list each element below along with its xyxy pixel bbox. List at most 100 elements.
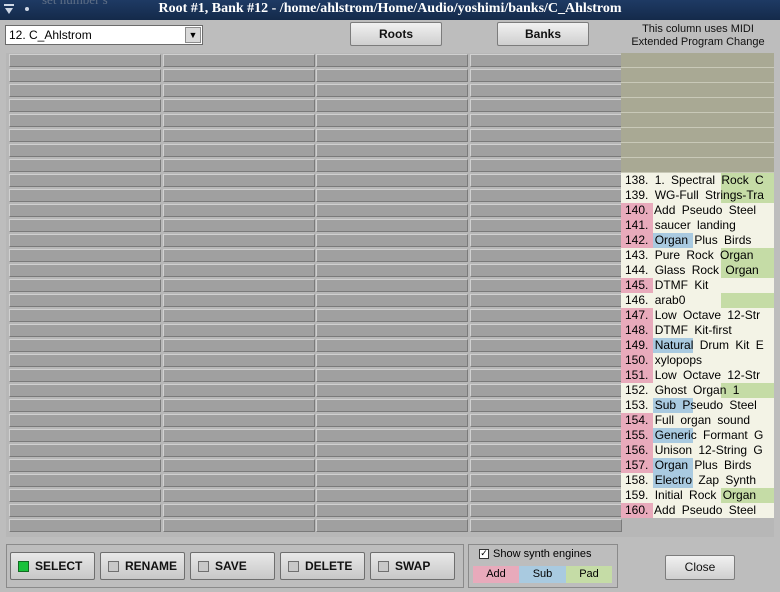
instrument-slot[interactable] [470, 99, 622, 112]
instrument-slot[interactable] [163, 399, 315, 412]
instrument-slot[interactable] [470, 219, 622, 232]
bank-slot[interactable]: 139. WG-Full Strings-Tra [621, 188, 774, 203]
instrument-slot[interactable] [316, 474, 468, 487]
instrument-slot[interactable] [470, 264, 622, 277]
show-engines-checkbox[interactable]: ✓ [479, 549, 489, 559]
instrument-slot[interactable] [470, 249, 622, 262]
instrument-slot[interactable] [9, 279, 161, 292]
select-button[interactable]: SELECT [10, 552, 95, 580]
instrument-slot[interactable] [163, 69, 315, 82]
instrument-slot[interactable] [9, 144, 161, 157]
instrument-slot[interactable] [9, 324, 161, 337]
instrument-slot[interactable] [163, 369, 315, 382]
instrument-slot[interactable] [9, 99, 161, 112]
instrument-slot[interactable] [163, 99, 315, 112]
instrument-slot[interactable] [163, 324, 315, 337]
bank-slot[interactable]: 158. Electro Zap Synth [621, 473, 774, 488]
bank-slot[interactable]: 146. arab0 [621, 293, 774, 308]
roots-button[interactable]: Roots [350, 22, 442, 46]
instrument-slot[interactable] [470, 159, 622, 172]
bank-slot[interactable]: 159. Initial Rock Organ [621, 488, 774, 503]
instrument-slot[interactable] [316, 339, 468, 352]
instrument-slot[interactable] [316, 384, 468, 397]
instrument-slot[interactable] [9, 69, 161, 82]
instrument-slot[interactable] [9, 234, 161, 247]
instrument-slot[interactable] [470, 144, 622, 157]
instrument-slot[interactable] [316, 519, 468, 532]
instrument-slot[interactable] [9, 354, 161, 367]
bank-slot-empty[interactable] [621, 53, 774, 68]
instrument-slot[interactable] [316, 249, 468, 262]
bank-slot-empty[interactable] [621, 158, 774, 173]
instrument-slot[interactable] [470, 519, 622, 532]
bank-dropdown[interactable]: 12. C_Ahlstrom ▼ [5, 25, 203, 45]
instrument-slot[interactable] [316, 159, 468, 172]
instrument-slot[interactable] [316, 444, 468, 457]
delete-button[interactable]: DELETE [280, 552, 365, 580]
bank-slot-empty[interactable] [621, 98, 774, 113]
bank-slot[interactable]: 155. Generic Formant G [621, 428, 774, 443]
instrument-slot[interactable] [163, 234, 315, 247]
instrument-slot[interactable] [163, 504, 315, 517]
instrument-slot[interactable] [470, 204, 622, 217]
bank-slot[interactable]: 145. DTMF Kit [621, 278, 774, 293]
instrument-slot[interactable] [316, 309, 468, 322]
instrument-slot[interactable] [163, 309, 315, 322]
instrument-slot[interactable] [470, 414, 622, 427]
instrument-slot[interactable] [470, 504, 622, 517]
instrument-slot[interactable] [9, 264, 161, 277]
instrument-slot[interactable] [9, 414, 161, 427]
instrument-slot[interactable] [9, 189, 161, 202]
instrument-slot[interactable] [9, 114, 161, 127]
instrument-slot[interactable] [9, 399, 161, 412]
instrument-slot[interactable] [9, 459, 161, 472]
bank-slot[interactable]: 156. Unison 12-String G [621, 443, 774, 458]
bank-slot[interactable]: 144. Glass Rock Organ [621, 263, 774, 278]
swap-button[interactable]: SWAP [370, 552, 455, 580]
instrument-slot[interactable] [163, 144, 315, 157]
instrument-slot[interactable] [163, 474, 315, 487]
instrument-slot[interactable] [316, 144, 468, 157]
bank-slot[interactable]: 147. Low Octave 12-Str [621, 308, 774, 323]
instrument-slot[interactable] [163, 489, 315, 502]
instrument-slot[interactable] [470, 489, 622, 502]
instrument-slot[interactable] [9, 444, 161, 457]
chevron-down-icon[interactable]: ▼ [185, 27, 201, 43]
bank-slot[interactable]: 153. Sub Pseudo Steel [621, 398, 774, 413]
bank-slot[interactable]: 148. DTMF Kit-first [621, 323, 774, 338]
bank-slot[interactable]: 157. Organ Plus Birds [621, 458, 774, 473]
instrument-slot[interactable] [9, 489, 161, 502]
instrument-slot[interactable] [470, 279, 622, 292]
instrument-slot[interactable] [163, 339, 315, 352]
instrument-slot[interactable] [316, 279, 468, 292]
instrument-slot[interactable] [470, 459, 622, 472]
instrument-slot[interactable] [470, 54, 622, 67]
bank-slot-empty[interactable] [621, 83, 774, 98]
instrument-slot[interactable] [316, 489, 468, 502]
instrument-slot[interactable] [9, 504, 161, 517]
instrument-slot[interactable] [470, 309, 622, 322]
instrument-slot[interactable] [163, 279, 315, 292]
instrument-slot[interactable] [163, 54, 315, 67]
instrument-slot[interactable] [470, 189, 622, 202]
instrument-slot[interactable] [163, 84, 315, 97]
instrument-slot[interactable] [316, 354, 468, 367]
instrument-slot[interactable] [470, 339, 622, 352]
instrument-slot[interactable] [470, 84, 622, 97]
instrument-slot[interactable] [9, 84, 161, 97]
instrument-slot[interactable] [316, 69, 468, 82]
instrument-slot[interactable] [470, 234, 622, 247]
instrument-slot[interactable] [163, 414, 315, 427]
instrument-slot[interactable] [316, 114, 468, 127]
bank-slot[interactable]: 152. Ghost Organ 1 [621, 383, 774, 398]
bank-slot[interactable]: 154. Full organ sound [621, 413, 774, 428]
instrument-slot[interactable] [470, 369, 622, 382]
instrument-slot[interactable] [163, 249, 315, 262]
instrument-slot[interactable] [9, 249, 161, 262]
instrument-slot[interactable] [163, 354, 315, 367]
instrument-slot[interactable] [9, 369, 161, 382]
instrument-slot[interactable] [9, 219, 161, 232]
instrument-slot[interactable] [163, 264, 315, 277]
bank-slot[interactable]: 160. Add Pseudo Steel [621, 503, 774, 518]
instrument-slot[interactable] [316, 54, 468, 67]
